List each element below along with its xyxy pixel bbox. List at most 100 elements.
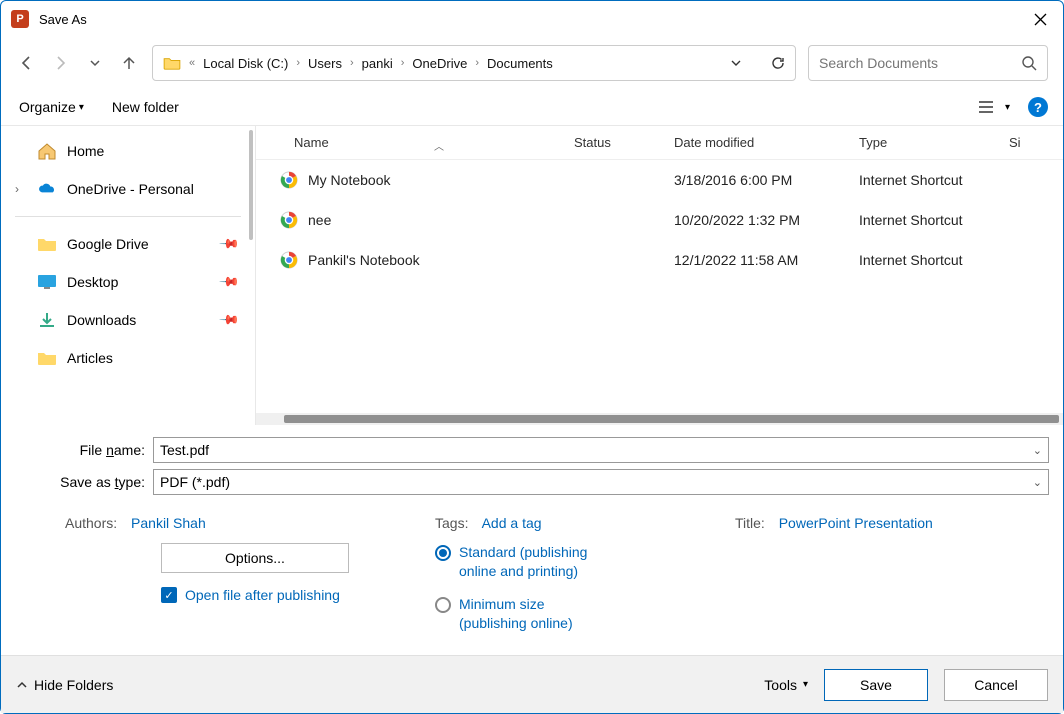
file-name: nee: [308, 212, 331, 228]
chevron-down-icon: ▾: [803, 679, 808, 690]
radio-standard-label: Standard (publishingonline and printing): [459, 543, 587, 581]
crumb-1[interactable]: Users: [308, 56, 342, 71]
sort-asc-icon: ︿: [434, 138, 444, 153]
sidebar-onedrive[interactable]: › OneDrive - Personal: [1, 170, 255, 208]
save-form: File name: Test.pdf ⌄ Save as type: PDF …: [1, 425, 1063, 505]
home-icon: [37, 142, 57, 160]
filename-input[interactable]: Test.pdf ⌄: [153, 437, 1049, 463]
arrow-up-icon: [120, 54, 138, 72]
crumb-0[interactable]: Local Disk (C:): [203, 56, 288, 71]
chevron-down-icon: [730, 57, 742, 69]
search-input[interactable]: [819, 55, 1021, 71]
chevron-down-icon[interactable]: ⌄: [1033, 444, 1042, 457]
search-box[interactable]: [808, 45, 1048, 81]
file-list: Name ︿ Status Date modified Type Si My N…: [256, 126, 1063, 425]
filename-label: File name:: [15, 442, 153, 458]
title-value[interactable]: PowerPoint Presentation: [779, 515, 933, 531]
save-type-select[interactable]: PDF (*.pdf) ⌄: [153, 469, 1049, 495]
sidebar-gdrive[interactable]: Google Drive 📌: [1, 225, 255, 263]
nav-row: « Local Disk (C:) › Users › panki › OneD…: [1, 37, 1063, 91]
sidebar-label: Desktop: [67, 274, 118, 290]
options-label: Options...: [225, 550, 285, 566]
sidebar-scrollbar[interactable]: [249, 130, 253, 240]
chrome-icon: [280, 251, 298, 269]
help-button[interactable]: ?: [1028, 97, 1048, 117]
tools-menu[interactable]: Tools ▾: [764, 677, 808, 693]
radio-checked-icon: [435, 545, 451, 561]
radio-unchecked-icon: [435, 597, 451, 613]
col-size[interactable]: Si: [999, 135, 1063, 150]
file-type: Internet Shortcut: [849, 172, 999, 188]
close-button[interactable]: [1017, 1, 1063, 37]
hide-folders-label: Hide Folders: [34, 677, 113, 693]
col-type[interactable]: Type: [849, 135, 999, 150]
title-label: Title:: [735, 515, 765, 531]
sidebar: Home › OneDrive - Personal Google Drive …: [1, 126, 256, 425]
save-button[interactable]: Save: [824, 669, 928, 701]
sidebar-downloads[interactable]: Downloads 📌: [1, 301, 255, 339]
sidebar-label: Articles: [67, 350, 113, 366]
refresh-button[interactable]: [767, 52, 789, 74]
file-name: My Notebook: [308, 172, 390, 188]
crumb-2[interactable]: panki: [362, 56, 393, 71]
crumb-3[interactable]: OneDrive: [412, 56, 467, 71]
organize-menu[interactable]: Organize ▾: [19, 99, 84, 115]
desktop-icon: [37, 273, 57, 291]
new-folder-button[interactable]: New folder: [112, 99, 179, 115]
save-label: Save: [860, 677, 892, 693]
radio-minimum[interactable]: Minimum size(publishing online): [435, 595, 587, 633]
recent-button[interactable]: [84, 52, 106, 74]
list-view-icon: [978, 100, 994, 114]
search-icon: [1021, 55, 1037, 71]
file-row[interactable]: nee 10/20/2022 1:32 PM Internet Shortcut: [256, 200, 1063, 240]
chevron-down-icon[interactable]: ⌄: [1033, 476, 1042, 489]
pin-icon[interactable]: 📌: [218, 309, 241, 332]
radio-standard[interactable]: Standard (publishingonline and printing): [435, 543, 587, 581]
col-status[interactable]: Status: [564, 135, 664, 150]
file-type: Internet Shortcut: [849, 252, 999, 268]
powerpoint-icon: P: [11, 10, 29, 28]
authors-value[interactable]: Pankil Shah: [131, 515, 206, 531]
filename-value: Test.pdf: [160, 442, 209, 458]
sidebar-home[interactable]: Home: [1, 132, 255, 170]
meta-row: Authors: Pankil Shah Tags: Add a tag Tit…: [1, 505, 1063, 531]
sidebar-label: Google Drive: [67, 236, 149, 252]
forward-button[interactable]: [50, 52, 72, 74]
file-date: 10/20/2022 1:32 PM: [664, 212, 849, 228]
cancel-button[interactable]: Cancel: [944, 669, 1048, 701]
col-name[interactable]: Name ︿: [256, 135, 564, 150]
pin-icon[interactable]: 📌: [218, 233, 241, 256]
view-menu[interactable]: ▾: [978, 100, 1010, 114]
h-scrollbar[interactable]: [256, 413, 1063, 425]
sidebar-divider: [15, 216, 241, 217]
refresh-icon: [770, 55, 786, 71]
back-button[interactable]: [16, 52, 38, 74]
up-button[interactable]: [118, 52, 140, 74]
sidebar-articles[interactable]: Articles: [1, 339, 255, 377]
path-dropdown[interactable]: [725, 52, 747, 74]
chevron-right-icon: ›: [401, 57, 405, 69]
file-row[interactable]: My Notebook 3/18/2016 6:00 PM Internet S…: [256, 160, 1063, 200]
chrome-icon: [280, 171, 298, 189]
new-folder-label: New folder: [112, 99, 179, 115]
arrow-right-icon: [52, 54, 70, 72]
tags-value[interactable]: Add a tag: [482, 515, 542, 531]
col-date[interactable]: Date modified: [664, 135, 849, 150]
chevron-down-icon: [88, 56, 102, 70]
expand-icon[interactable]: ›: [15, 182, 19, 196]
pin-icon[interactable]: 📌: [218, 271, 241, 294]
authors-label: Authors:: [65, 515, 117, 531]
open-after-checkbox[interactable]: ✓ Open file after publishing: [161, 587, 435, 603]
body: Home › OneDrive - Personal Google Drive …: [1, 125, 1063, 425]
crumb-4[interactable]: Documents: [487, 56, 553, 71]
chevron-up-icon: [16, 679, 28, 691]
save-type-label: Save as type:: [15, 474, 153, 490]
file-date: 3/18/2016 6:00 PM: [664, 172, 849, 188]
file-row[interactable]: Pankil's Notebook 12/1/2022 11:58 AM Int…: [256, 240, 1063, 280]
options-button[interactable]: Options...: [161, 543, 349, 573]
sidebar-label: OneDrive - Personal: [67, 181, 194, 197]
breadcrumb-bar[interactable]: « Local Disk (C:) › Users › panki › OneD…: [152, 45, 796, 81]
sidebar-desktop[interactable]: Desktop 📌: [1, 263, 255, 301]
hide-folders-button[interactable]: Hide Folders: [16, 677, 113, 693]
checkbox-checked-icon: ✓: [161, 587, 177, 603]
